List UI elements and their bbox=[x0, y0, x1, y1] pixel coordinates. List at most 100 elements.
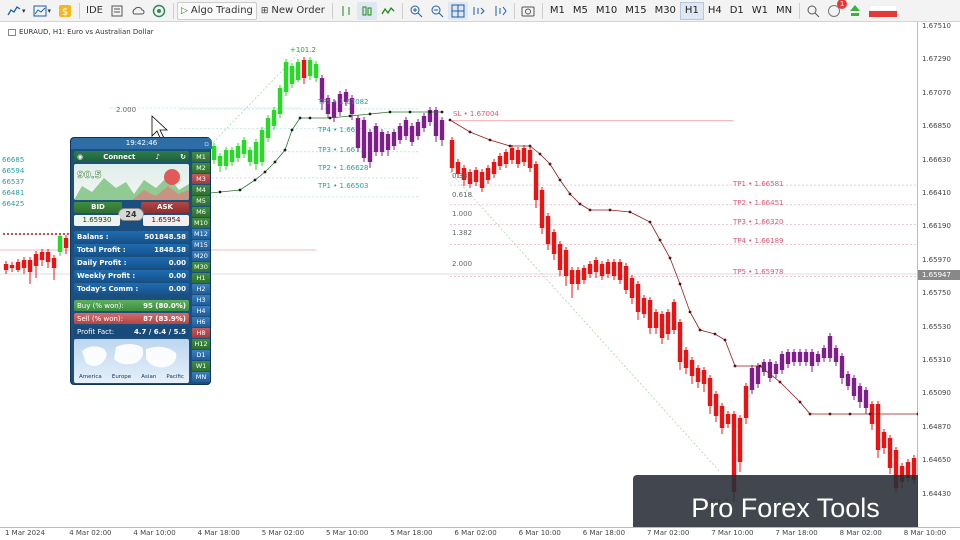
price-axis[interactable]: 1.67510 1.67290 1.67070 1.66850 1.66630 1.664… bbox=[918, 22, 960, 527]
panel-tf-mn[interactable]: MN bbox=[192, 372, 210, 382]
panel-tf-m3[interactable]: M3 bbox=[192, 174, 210, 184]
swing-high-label: +101.2 bbox=[290, 46, 316, 54]
time-label: 7 Mar 10:00 bbox=[711, 529, 754, 537]
trail-dot bbox=[528, 144, 532, 148]
candlestick bbox=[485, 168, 491, 180]
timeframe-m1[interactable]: M1 bbox=[546, 2, 569, 20]
timeframe-h1[interactable]: H1 bbox=[679, 1, 704, 20]
panel-tf-m4[interactable]: M4 bbox=[192, 185, 210, 195]
account-flag-icon[interactable] bbox=[866, 2, 900, 20]
ide-button[interactable]: IDE bbox=[83, 2, 106, 20]
candlestick bbox=[857, 386, 863, 402]
timeframe-d1[interactable]: D1 bbox=[726, 2, 748, 20]
account-row: Balans : 501848.58 bbox=[74, 231, 189, 242]
take-profit-label: TP1 • 1.66581 bbox=[733, 180, 784, 188]
zoom-in-icon[interactable] bbox=[406, 2, 426, 20]
fib-level-label: 0.382 bbox=[452, 172, 473, 180]
panel-tf-m5[interactable]: M5 bbox=[192, 196, 210, 206]
account-row-value: 501848.58 bbox=[144, 232, 186, 241]
trail-dot bbox=[388, 110, 392, 114]
panel-tf-h4[interactable]: H4 bbox=[192, 306, 210, 316]
timeframe-m15[interactable]: M15 bbox=[621, 2, 650, 20]
panel-tf-m15[interactable]: M15 bbox=[192, 240, 210, 250]
autoscroll-icon[interactable] bbox=[469, 2, 489, 20]
screenshot-icon[interactable] bbox=[518, 2, 538, 20]
ask-button[interactable]: ASK bbox=[141, 202, 189, 213]
chart-template-icon[interactable]: ▾ bbox=[30, 2, 55, 20]
price-label: 1.65530 bbox=[922, 322, 951, 331]
level-icon[interactable] bbox=[845, 2, 865, 20]
timeframe-m30[interactable]: M30 bbox=[651, 2, 680, 20]
panel-close-icon[interactable]: ▫ bbox=[204, 139, 209, 150]
panel-tf-m6[interactable]: M6 bbox=[192, 207, 210, 217]
candlestick bbox=[361, 120, 367, 158]
panel-tf-h8[interactable]: H8 bbox=[192, 328, 210, 338]
candlestick bbox=[683, 350, 689, 368]
account-row: Weekly Profit : 0.00 bbox=[74, 270, 189, 281]
zoom-out-icon[interactable] bbox=[427, 2, 447, 20]
region-asian[interactable]: Asian bbox=[141, 374, 156, 383]
candlestick bbox=[839, 356, 845, 378]
timeframe-w1[interactable]: W1 bbox=[748, 2, 772, 20]
candlestick bbox=[743, 386, 749, 418]
trail-dot bbox=[328, 116, 332, 120]
algo-trading-button[interactable]: ▷ Algo Trading bbox=[177, 1, 257, 20]
market-icon[interactable]: $ bbox=[55, 2, 75, 20]
account-row-value: 0.00 bbox=[168, 258, 186, 267]
timeframe-m10[interactable]: M10 bbox=[592, 2, 621, 20]
new-order-button[interactable]: ⊞ New Order bbox=[258, 2, 328, 20]
region-europe[interactable]: Europe bbox=[112, 374, 131, 383]
terminal-icon[interactable] bbox=[107, 2, 127, 20]
notifications-icon[interactable]: 1 bbox=[824, 0, 848, 20]
panel-tf-w1[interactable]: W1 bbox=[192, 361, 210, 371]
price-label: 1.64870 bbox=[922, 422, 951, 431]
candlestick bbox=[235, 146, 241, 158]
bid-button[interactable]: BID bbox=[74, 202, 122, 213]
trail-dot bbox=[59, 233, 61, 235]
grid-icon[interactable] bbox=[447, 1, 468, 20]
panel-tf-h12[interactable]: H12 bbox=[192, 339, 210, 349]
candlestick bbox=[653, 312, 659, 328]
chart-shift-icon[interactable] bbox=[490, 2, 510, 20]
trail-dot bbox=[658, 238, 662, 242]
timeframe-m5[interactable]: M5 bbox=[569, 2, 592, 20]
signals-icon[interactable] bbox=[149, 2, 169, 20]
buy-stats-row: Buy (% won): 95 (80.0%) bbox=[74, 300, 189, 311]
candlestick bbox=[533, 164, 539, 200]
cloud-icon[interactable] bbox=[128, 2, 148, 20]
candlestick bbox=[881, 432, 887, 448]
timeframe-h4[interactable]: H4 bbox=[704, 2, 726, 20]
panel-tf-m30[interactable]: M30 bbox=[192, 262, 210, 272]
line-chart-icon[interactable]: ▾ bbox=[4, 2, 29, 20]
region-america[interactable]: America bbox=[79, 374, 102, 383]
panel-tf-m1[interactable]: M1 bbox=[192, 152, 210, 162]
candlestick-icon[interactable] bbox=[356, 1, 377, 20]
panel-tf-m10[interactable]: M10 bbox=[192, 218, 210, 228]
bar-chart-icon[interactable] bbox=[336, 2, 356, 20]
panel-tf-h3[interactable]: H3 bbox=[192, 295, 210, 305]
price-chart[interactable]: EURAUD, H1: Euro vs Australian Dollar 66… bbox=[0, 22, 938, 540]
panel-tf-h1[interactable]: H1 bbox=[192, 273, 210, 283]
panel-tf-h2[interactable]: H2 bbox=[192, 284, 210, 294]
panel-header[interactable]: 19:42:46 ▫ bbox=[71, 138, 212, 149]
candlestick bbox=[713, 394, 719, 416]
panel-tf-h6[interactable]: H6 bbox=[192, 317, 210, 327]
line-icon[interactable] bbox=[378, 2, 398, 20]
candlestick bbox=[253, 142, 259, 164]
time-axis[interactable]: 1 Mar 2024 4 Mar 02:00 4 Mar 10:00 4 Mar 18… bbox=[0, 527, 960, 540]
time-label: 7 Mar 02:00 bbox=[647, 529, 690, 537]
panel-tf-m2[interactable]: M2 bbox=[192, 163, 210, 173]
trading-panel[interactable]: 19:42:46 ▫ ◉ Connect ♪ ↻ 90.5 BID ASK 24… bbox=[70, 137, 212, 385]
trail-dot bbox=[348, 114, 352, 118]
connect-bar[interactable]: ◉ Connect ♪ ↻ bbox=[74, 151, 189, 162]
timeframe-mn[interactable]: MN bbox=[772, 2, 796, 20]
time-label: 5 Mar 10:00 bbox=[326, 529, 369, 537]
panel-tf-m12[interactable]: M12 bbox=[192, 229, 210, 239]
candlestick bbox=[211, 146, 217, 160]
search-icon[interactable] bbox=[803, 2, 823, 20]
price-label: 1.66630 bbox=[922, 155, 951, 164]
panel-tf-m20[interactable]: M20 bbox=[192, 251, 210, 261]
region-pacific[interactable]: Pacific bbox=[166, 374, 183, 383]
toolbar-separator bbox=[79, 2, 81, 19]
panel-tf-d1[interactable]: D1 bbox=[192, 350, 210, 360]
